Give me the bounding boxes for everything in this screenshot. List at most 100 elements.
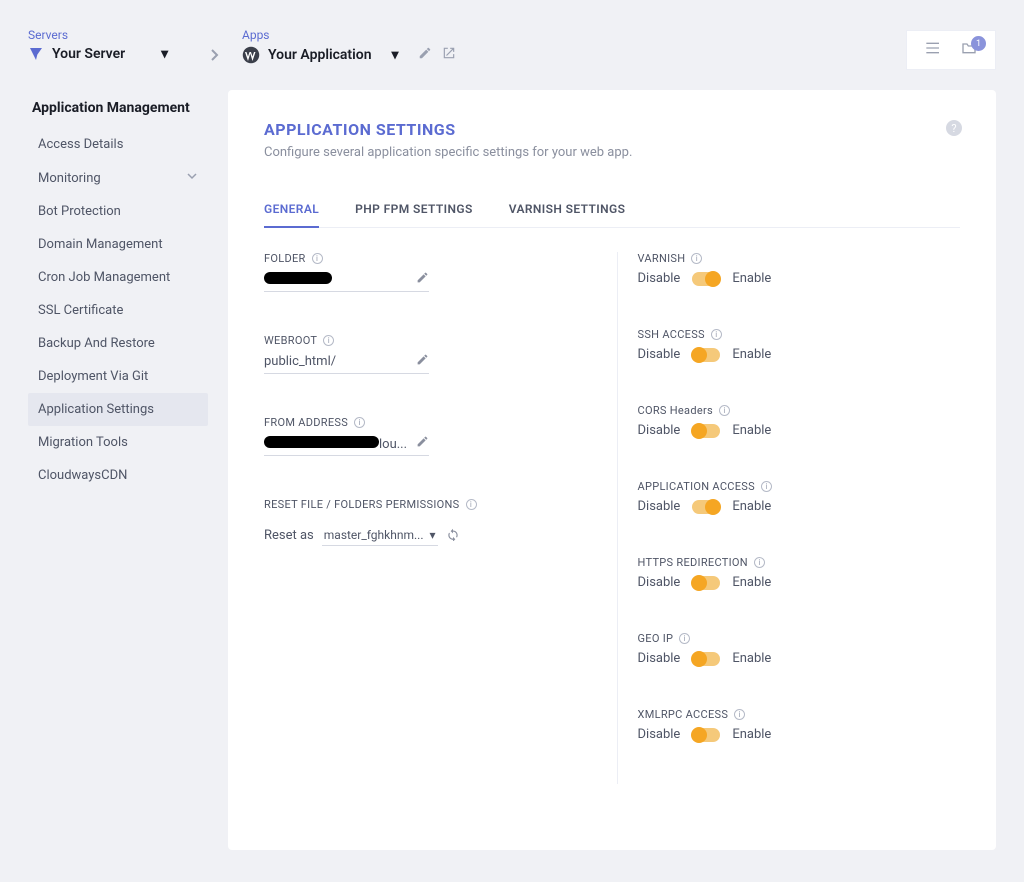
reset-as-text: Reset as: [264, 528, 314, 543]
sidebar: Application Management Access Details Mo…: [28, 90, 208, 492]
chevron-right-icon: [204, 48, 226, 66]
webroot-label: WEBROOT i: [264, 334, 587, 347]
label-text: GEO IP: [638, 632, 674, 645]
panel-subtitle: Configure several application specific s…: [264, 145, 960, 160]
toggle-appaccess: APPLICATION ACCESS i Disable Enable: [638, 480, 961, 514]
reset-user-value: master_fghkhnm...: [324, 528, 424, 542]
toggle-switch[interactable]: [692, 728, 720, 742]
app-crumb: Apps Your Application ▾: [242, 28, 402, 64]
toggle-switch[interactable]: [692, 272, 720, 286]
webroot-field: public_html/: [264, 349, 429, 374]
caret-down-icon: ▾: [430, 528, 436, 542]
settings-panel: ? APPLICATION SETTINGS Configure several…: [228, 90, 996, 850]
toggle-label: CORS Headersi: [638, 404, 961, 417]
sidebar-item-access-details[interactable]: Access Details: [28, 128, 208, 161]
edit-icon[interactable]: [418, 46, 432, 60]
info-icon[interactable]: i: [323, 335, 334, 346]
disable-text: Disable: [638, 575, 681, 590]
sidebar-item-bot-protection[interactable]: Bot Protection: [28, 195, 208, 228]
toggle-ssh: SSH ACCESSi Disable Enable: [638, 328, 961, 362]
view-switcher: 1: [906, 30, 996, 70]
list-view-icon[interactable]: [924, 40, 942, 60]
disable-text: Disable: [638, 271, 681, 286]
info-icon[interactable]: i: [711, 329, 722, 340]
toggle-https: HTTPS REDIRECTIONi Disable Enable: [638, 556, 961, 590]
server-logo-icon: [28, 46, 44, 62]
badge: 1: [971, 36, 986, 51]
sidebar-item-label: Backup And Restore: [38, 336, 155, 351]
panel-title: APPLICATION SETTINGS: [264, 120, 960, 139]
apps-label: Apps: [242, 28, 402, 42]
from-value: lou...: [264, 436, 407, 452]
toggle-switch[interactable]: [692, 500, 720, 514]
tab-phpfpm[interactable]: PHP FPM SETTINGS: [355, 192, 473, 227]
label-text: RESET FILE / FOLDERS PERMISSIONS: [264, 498, 460, 511]
tab-general[interactable]: GENERAL: [264, 192, 319, 228]
info-icon[interactable]: i: [354, 417, 365, 428]
toggle-switch[interactable]: [692, 424, 720, 438]
caret-down-icon: ▾: [161, 46, 168, 62]
disable-text: Disable: [638, 499, 681, 514]
toggle-label: XMLRPC ACCESSi: [638, 708, 961, 721]
info-icon[interactable]: i: [754, 557, 765, 568]
disable-text: Disable: [638, 727, 681, 742]
general-left-column: FOLDER i WEBROOT i public_html/: [264, 252, 618, 784]
toggle-switch[interactable]: [692, 652, 720, 666]
info-icon[interactable]: i: [679, 633, 690, 644]
info-icon[interactable]: i: [466, 499, 477, 510]
sidebar-item-app-settings[interactable]: Application Settings: [28, 393, 208, 426]
app-name: Your Application: [268, 47, 372, 63]
reset-label: RESET FILE / FOLDERS PERMISSIONS i: [264, 498, 587, 511]
sidebar-item-label: Domain Management: [38, 237, 163, 252]
sidebar-item-migration[interactable]: Migration Tools: [28, 426, 208, 459]
sidebar-item-backup[interactable]: Backup And Restore: [28, 327, 208, 360]
toggle-label: APPLICATION ACCESS i: [638, 480, 961, 493]
edit-icon[interactable]: [416, 271, 429, 288]
help-icon[interactable]: ?: [946, 120, 962, 136]
server-select[interactable]: Your Server ▾: [28, 46, 188, 62]
info-icon[interactable]: i: [312, 253, 323, 264]
sidebar-item-git[interactable]: Deployment Via Git: [28, 360, 208, 393]
enable-text: Enable: [732, 727, 771, 742]
sidebar-item-ssl[interactable]: SSL Certificate: [28, 294, 208, 327]
label-text: HTTPS REDIRECTION: [638, 556, 748, 569]
edit-icon[interactable]: [416, 435, 429, 452]
label-text: FOLDER: [264, 252, 306, 265]
label-text: VARNISH: [638, 252, 686, 265]
enable-text: Enable: [732, 271, 771, 286]
toggle-geoip: GEO IPi Disable Enable: [638, 632, 961, 666]
reset-user-select[interactable]: master_fghkhnm... ▾: [322, 525, 438, 546]
app-actions: [418, 46, 456, 60]
toggle-switch[interactable]: [692, 576, 720, 590]
label-text: WEBROOT: [264, 334, 317, 347]
tab-varnish[interactable]: VARNISH SETTINGS: [509, 192, 626, 227]
sidebar-item-cron-job[interactable]: Cron Job Management: [28, 261, 208, 294]
sidebar-item-label: Monitoring: [38, 171, 101, 186]
toggle-switch[interactable]: [692, 348, 720, 362]
sidebar-item-cdn[interactable]: CloudwaysCDN: [28, 459, 208, 492]
info-icon[interactable]: i: [691, 253, 702, 264]
enable-text: Enable: [732, 499, 771, 514]
server-name: Your Server: [52, 46, 125, 62]
sidebar-item-label: CloudwaysCDN: [38, 468, 127, 483]
caret-down-icon: ▾: [392, 47, 399, 63]
external-link-icon[interactable]: [442, 46, 456, 60]
toggle-label: VARNISH i: [638, 252, 961, 265]
sidebar-item-label: Access Details: [38, 137, 123, 152]
disable-text: Disable: [638, 651, 681, 666]
servers-label: Servers: [28, 28, 188, 42]
label-text: APPLICATION ACCESS: [638, 480, 755, 493]
folder-view-icon[interactable]: 1: [960, 40, 978, 60]
sidebar-item-domain-management[interactable]: Domain Management: [28, 228, 208, 261]
info-icon[interactable]: i: [719, 405, 730, 416]
toggle-label: GEO IP i: [638, 632, 961, 645]
refresh-icon[interactable]: [446, 527, 460, 545]
sidebar-item-monitoring[interactable]: Monitoring: [28, 161, 208, 195]
info-icon[interactable]: i: [761, 481, 772, 492]
edit-icon[interactable]: [416, 353, 429, 370]
info-icon[interactable]: i: [734, 709, 745, 720]
general-right-column: VARNISH i Disable Enable SSH ACCESSi Disa…: [618, 252, 961, 784]
wordpress-icon: [242, 46, 260, 64]
app-select[interactable]: Your Application ▾: [242, 46, 402, 64]
reset-row: Reset as master_fghkhnm... ▾: [264, 525, 587, 546]
